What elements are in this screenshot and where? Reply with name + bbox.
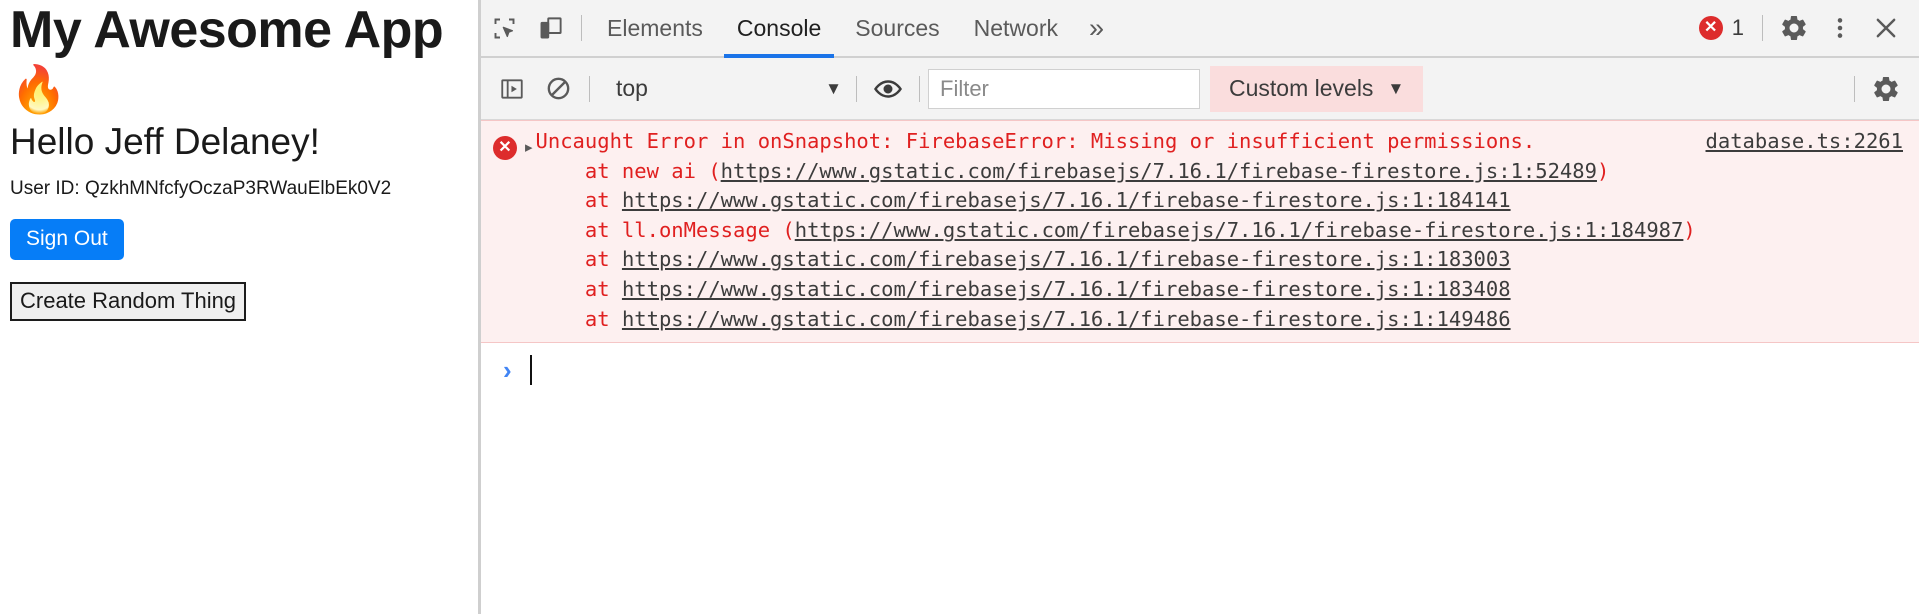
chevron-down-icon: ▼ xyxy=(825,78,842,98)
console-toolbar-divider-3 xyxy=(919,75,920,102)
stack-frame-link[interactable]: https://www.gstatic.com/firebasejs/7.16.… xyxy=(622,247,1511,271)
greeting-heading: Hello Jeff Delaney! xyxy=(10,120,320,162)
close-icon[interactable] xyxy=(1863,5,1909,51)
console-prompt-row[interactable]: › xyxy=(481,343,1919,387)
stack-frame-link[interactable]: https://www.gstatic.com/firebasejs/7.16.… xyxy=(622,277,1511,301)
error-badge-icon: ✕ xyxy=(1698,16,1723,40)
filter-input[interactable] xyxy=(928,68,1200,109)
console-message-text: Uncaught Error in onSnapshot: FirebaseEr… xyxy=(535,129,1696,331)
console-message-source-link[interactable]: database.ts:2261 xyxy=(1706,127,1903,157)
tab-network[interactable]: Network xyxy=(957,0,1075,56)
user-id-text: User ID: QzkhMNfcfyOczaP3RWauElbEk0V2 xyxy=(10,178,392,200)
toolbar-divider xyxy=(581,15,582,41)
stack-frame-link[interactable]: https://www.gstatic.com/firebasejs/7.16.… xyxy=(622,188,1511,212)
toolbar-divider-right xyxy=(1762,15,1763,41)
console-settings-gear-icon[interactable] xyxy=(1863,66,1909,112)
tab-network-label: Network xyxy=(973,14,1058,41)
devtools-panel: Elements Console Sources Network » ✕ 1 t… xyxy=(478,0,1919,614)
kebab-menu-icon[interactable] xyxy=(1817,5,1863,51)
log-levels-label: Custom levels xyxy=(1229,75,1374,101)
console-prompt-input[interactable] xyxy=(531,357,1919,384)
sign-out-button[interactable]: Sign Out xyxy=(10,219,124,261)
page-title: My Awesome App 🔥 xyxy=(10,0,468,115)
console-output: ✕ ▸ Uncaught Error in onSnapshot: Fireba… xyxy=(481,120,1919,614)
tab-console-label: Console xyxy=(736,14,822,41)
tab-sources[interactable]: Sources xyxy=(838,0,956,56)
error-count-value: 1 xyxy=(1731,15,1744,40)
fire-emoji-icon: 🔥 xyxy=(10,63,67,116)
create-random-thing-button[interactable]: Create Random Thing xyxy=(10,282,247,322)
tab-sources-label: Sources xyxy=(855,14,940,41)
chevron-down-icon-levels: ▼ xyxy=(1387,78,1405,98)
tab-elements[interactable]: Elements xyxy=(590,0,720,56)
execution-context-value: top xyxy=(616,75,648,101)
clear-console-icon[interactable] xyxy=(535,66,581,112)
devtools-tab-bar: Elements Console Sources Network » ✕ 1 xyxy=(481,0,1919,58)
stack-frame-link[interactable]: https://www.gstatic.com/firebasejs/7.16.… xyxy=(622,307,1511,331)
tab-console[interactable]: Console xyxy=(720,0,838,58)
console-sidebar-toggle-icon[interactable] xyxy=(489,66,535,112)
stack-frame-link[interactable]: https://www.gstatic.com/firebasejs/7.16.… xyxy=(721,159,1597,183)
console-toolbar-divider-2 xyxy=(856,75,857,102)
more-tabs-icon[interactable]: » xyxy=(1075,14,1118,42)
expand-arrow-icon[interactable]: ▸ xyxy=(525,138,533,156)
prompt-caret-icon: › xyxy=(503,355,512,386)
page-title-text: My Awesome App xyxy=(10,1,444,59)
error-count-indicator[interactable]: ✕ 1 xyxy=(1689,15,1754,41)
console-message-error[interactable]: ✕ ▸ Uncaught Error in onSnapshot: Fireba… xyxy=(481,120,1919,344)
eye-icon[interactable] xyxy=(865,66,911,112)
execution-context-select[interactable]: top ▼ xyxy=(598,67,848,111)
inspect-element-icon[interactable] xyxy=(481,5,527,51)
log-levels-select[interactable]: Custom levels ▼ xyxy=(1210,65,1424,112)
console-toolbar-divider-4 xyxy=(1854,75,1855,102)
console-toolbar: top ▼ Custom levels ▼ xyxy=(481,58,1919,120)
web-page-viewport: My Awesome App 🔥 Hello Jeff Delaney! Use… xyxy=(0,0,478,614)
gear-icon[interactable] xyxy=(1771,5,1817,51)
stack-frame-link[interactable]: https://www.gstatic.com/firebasejs/7.16.… xyxy=(795,218,1684,242)
screen: My Awesome App 🔥 Hello Jeff Delaney! Use… xyxy=(0,0,1919,614)
error-icon: ✕ xyxy=(493,136,517,160)
console-toolbar-divider-1 xyxy=(589,75,590,102)
device-toolbar-icon[interactable] xyxy=(527,5,573,51)
tab-elements-label: Elements xyxy=(607,14,703,41)
